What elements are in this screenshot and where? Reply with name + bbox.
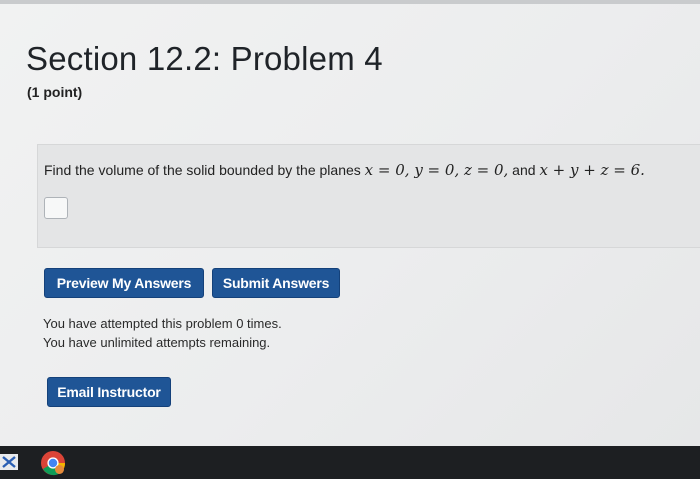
attempts-info: You have attempted this problem 0 times.… bbox=[43, 314, 282, 352]
submit-answers-button[interactable]: Submit Answers bbox=[212, 268, 340, 298]
answer-input[interactable] bbox=[44, 197, 68, 219]
taskbar bbox=[0, 446, 700, 479]
attempted-count-text: You have attempted this problem 0 times. bbox=[43, 316, 282, 331]
start-icon[interactable] bbox=[0, 454, 18, 470]
attempts-remaining-text: You have unlimited attempts remaining. bbox=[43, 335, 271, 350]
preview-answers-button[interactable]: Preview My Answers bbox=[44, 268, 204, 298]
points-label: (1 point) bbox=[27, 84, 83, 100]
problem-statement: Find the volume of the solid bounded by … bbox=[44, 161, 645, 179]
equation-coordinate-planes: x = 0, y = 0, z = 0, bbox=[364, 161, 509, 179]
page-title: Section 12.2: Problem 4 bbox=[26, 40, 383, 77]
statement-prefix: Find the volume of the solid bounded by … bbox=[44, 162, 365, 178]
chrome-icon[interactable] bbox=[40, 450, 66, 476]
problem-page: Section 12.2: Problem 4 (1 point) Find t… bbox=[0, 0, 700, 446]
equation-plane: x + y + z = 6. bbox=[539, 161, 645, 179]
problem-box: Find the volume of the solid bounded by … bbox=[37, 144, 700, 248]
statement-conjunction: and bbox=[508, 162, 540, 178]
email-instructor-button[interactable]: Email Instructor bbox=[47, 377, 171, 407]
top-edge bbox=[0, 0, 700, 4]
